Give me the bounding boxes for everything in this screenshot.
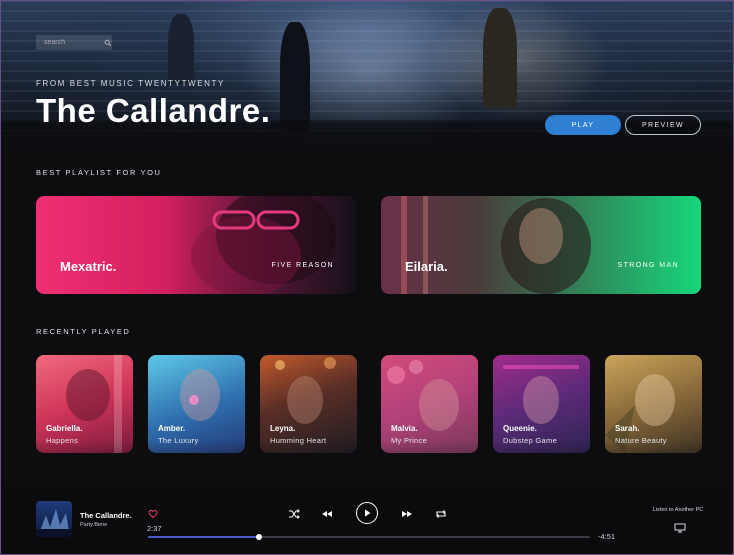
listen-on-device-label[interactable]: Listen to Another PC	[652, 507, 704, 514]
performer-silhouette	[483, 8, 517, 108]
cover-art	[36, 509, 72, 537]
recent-song: My Prince	[391, 436, 428, 445]
hero-kicker: FROM BEST MUSIC TWENTYTWENTY	[36, 79, 225, 88]
search-box[interactable]	[36, 35, 112, 50]
recent-song: The Luxury	[158, 436, 199, 445]
preview-button[interactable]: PREVIEW	[625, 115, 701, 135]
performer-silhouette	[168, 14, 194, 84]
recent-artist: Sarah.	[615, 424, 640, 433]
recent-card[interactable]: Leyna. Humming Heart	[260, 355, 357, 453]
recent-song: Humming Heart	[270, 436, 327, 445]
recent-artist: Amber.	[158, 424, 186, 433]
now-playing-artist: Party Bene	[80, 522, 108, 528]
shuffle-button[interactable]	[288, 508, 300, 520]
fast-forward-button[interactable]	[401, 508, 413, 520]
recent-artist: Gabriella.	[46, 424, 83, 433]
fast-forward-icon	[402, 511, 412, 517]
recent-card[interactable]: Amber. The Luxury	[148, 355, 245, 453]
play-button[interactable]: PLAY	[545, 115, 621, 135]
remaining-time: -4:51	[598, 532, 616, 541]
now-playing-title: The Callandre.	[80, 511, 132, 520]
recent-card[interactable]: Sarah. Nature Beauty	[605, 355, 702, 453]
recent-song: Nature Beauty	[615, 436, 667, 445]
play-pause-button[interactable]	[356, 502, 378, 524]
recent-artist: Queenie.	[503, 424, 537, 433]
play-icon	[365, 509, 371, 517]
playlist-artwork	[401, 196, 591, 294]
shuffle-icon	[289, 509, 300, 519]
page-title: The Callandre.	[36, 92, 271, 129]
playlists-heading: BEST PLAYLIST FOR YOU	[36, 168, 162, 177]
recent-artist: Leyna.	[270, 424, 296, 433]
playlist-subtitle: STRONG MAN	[617, 262, 679, 269]
recent-artist: Malvia.	[391, 424, 418, 433]
performer-silhouette	[280, 22, 310, 132]
repeat-icon	[436, 510, 446, 518]
recent-card[interactable]: Queenie. Dubstep Game	[493, 355, 590, 453]
playlist-card[interactable]: Eilaria. STRONG MAN	[381, 196, 701, 294]
recent-song: Dubstep Game	[503, 436, 558, 445]
playlist-name: Eilaria.	[405, 259, 448, 274]
now-playing-cover[interactable]	[36, 501, 72, 537]
search-icon[interactable]	[104, 38, 112, 48]
progress-handle[interactable]	[255, 534, 262, 540]
repeat-button[interactable]	[435, 508, 447, 520]
playlist-artwork	[191, 196, 336, 294]
playlist-name: Mexatric.	[60, 259, 117, 274]
playlist-card[interactable]: Mexatric. FIVE REASON	[36, 196, 356, 294]
rewind-icon	[322, 511, 332, 517]
current-time: 2:37	[147, 524, 162, 533]
spotlight	[430, 0, 610, 120]
recent-song: Happens	[46, 436, 79, 445]
monitor-icon[interactable]	[674, 523, 686, 533]
progress-bar[interactable]	[148, 534, 590, 540]
recent-card[interactable]: Malvia. My Prince	[381, 355, 478, 453]
recent-heading: RECENTLY PLAYED	[36, 327, 131, 336]
progress-fill	[148, 536, 259, 538]
rewind-button[interactable]	[321, 508, 333, 520]
heart-icon[interactable]	[148, 509, 158, 519]
playlist-subtitle: FIVE REASON	[271, 262, 334, 269]
recent-card[interactable]: Gabriella. Happens	[36, 355, 133, 453]
search-input[interactable]	[36, 38, 104, 47]
